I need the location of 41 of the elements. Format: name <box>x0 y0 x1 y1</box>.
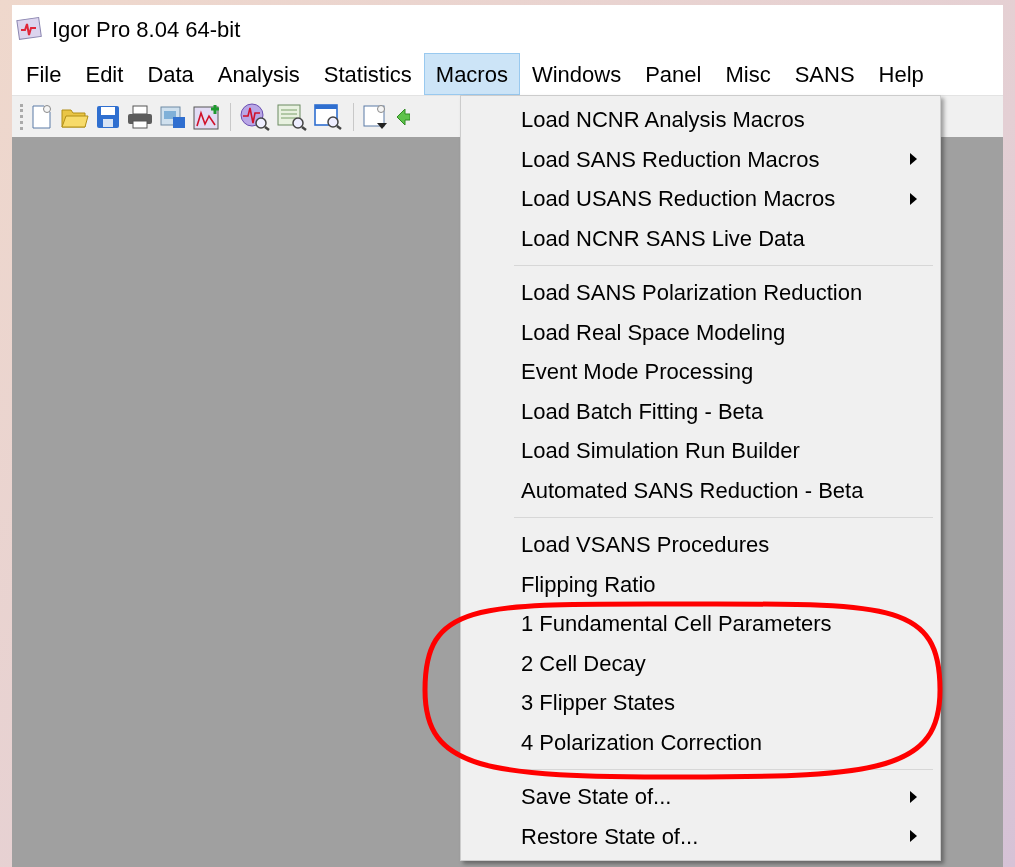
menu-bar-item[interactable]: Statistics <box>311 53 424 95</box>
menu-item[interactable]: Restore State of... <box>464 816 937 856</box>
menu-item[interactable]: 1 Fundamental Cell Parameters <box>464 604 937 644</box>
menu-bar-item[interactable]: Panel <box>633 53 714 95</box>
print-icon[interactable] <box>127 104 153 129</box>
menu-item[interactable]: Load Simulation Run Builder <box>464 431 937 471</box>
menu-item[interactable]: Load USANS Reduction Macros <box>464 179 937 219</box>
menu-bar-item[interactable]: Windows <box>519 53 634 95</box>
menu-item[interactable]: Load NCNR Analysis Macros <box>464 100 937 140</box>
menu-bar-item[interactable]: Edit <box>73 53 136 95</box>
menu-item[interactable]: Save State of... <box>464 777 937 817</box>
menu-item[interactable]: Load SANS Polarization Reduction <box>464 273 937 313</box>
table-search-icon[interactable] <box>277 102 307 131</box>
menu-bar-item[interactable]: Macros <box>423 53 520 95</box>
menu-item[interactable]: Load Batch Fitting - Beta <box>464 391 937 431</box>
menu-item[interactable]: 3 Flipper States <box>464 683 937 723</box>
app-icon <box>16 16 44 42</box>
new-graph-icon[interactable] <box>193 103 221 130</box>
menu-item[interactable]: Automated SANS Reduction - Beta <box>464 470 937 510</box>
new-document-icon[interactable] <box>30 103 54 130</box>
menu-bar-item[interactable]: Help <box>866 53 936 95</box>
menu-item[interactable]: Event Mode Processing <box>464 352 937 392</box>
menu-item[interactable]: 2 Cell Decay <box>464 643 937 683</box>
window-search-icon[interactable] <box>314 102 344 131</box>
menu-item[interactable]: Load VSANS Procedures <box>464 525 937 565</box>
menu-item[interactable]: 4 Polarization Correction <box>464 722 937 762</box>
menu-item[interactable]: Load NCNR SANS Live Data <box>464 218 937 258</box>
menu-bar-item[interactable]: Data <box>135 53 206 95</box>
menu-bar-item[interactable]: Misc <box>713 53 783 95</box>
window-title: Igor Pro 8.04 64-bit <box>52 15 241 44</box>
save-graphics-icon[interactable] <box>160 104 186 129</box>
menu-item[interactable]: Load Real Space Modeling <box>464 312 937 352</box>
toolbar-grip[interactable] <box>20 103 23 130</box>
menu-bar-item[interactable]: File <box>14 53 74 95</box>
save-icon[interactable] <box>96 104 120 129</box>
menu-bar-item[interactable]: SANS <box>782 53 867 95</box>
document-dropdown-icon[interactable] <box>363 102 389 131</box>
menu-item[interactable]: Flipping Ratio <box>464 564 937 604</box>
menu-item[interactable]: Load SANS Reduction Macros <box>464 139 937 179</box>
waveform-search-icon[interactable] <box>240 102 270 131</box>
menu-bar-item[interactable]: Analysis <box>205 53 312 95</box>
